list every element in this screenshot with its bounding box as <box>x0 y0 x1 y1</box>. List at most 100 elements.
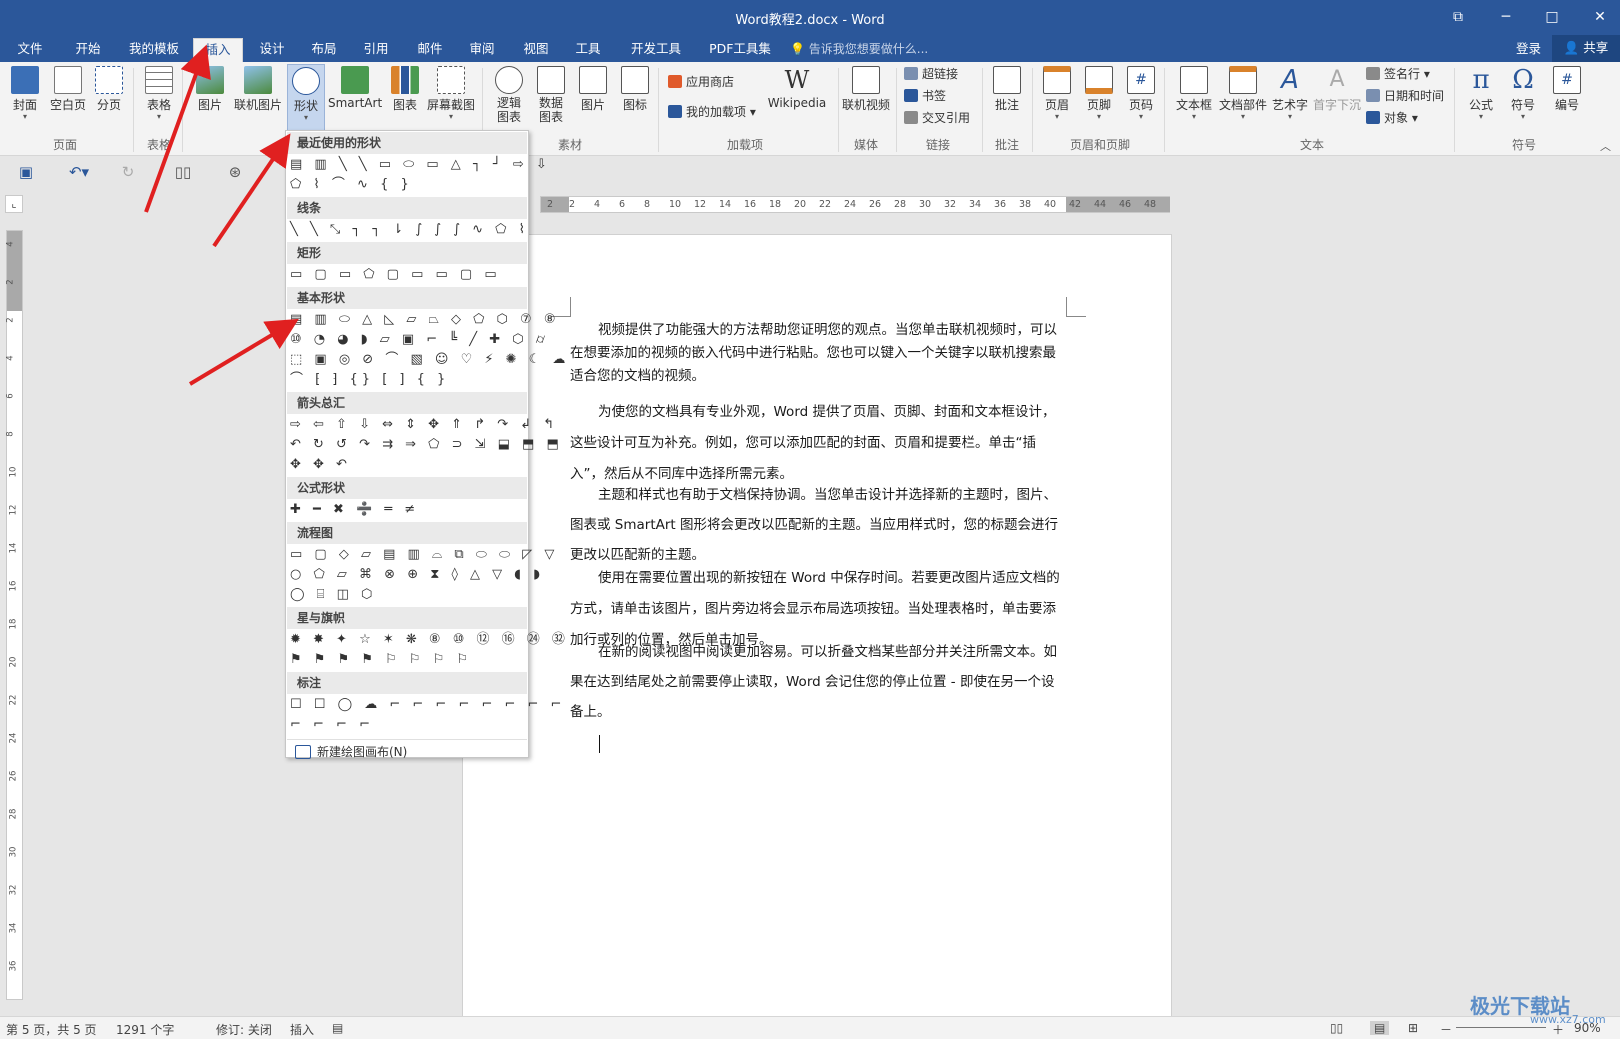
tell-me-box[interactable]: 💡 告诉我您想要做什么... <box>790 38 928 60</box>
touch-mode-icon[interactable]: ⊛ <box>224 162 246 182</box>
horizontal-ruler[interactable]: 2 2 4 6 8 10 12 14 16 18 20 22 24 26 28 30 32 34 36 38 40 42 4… <box>540 196 1170 213</box>
shape-row[interactable]: ⚑ ⚑ ⚑ ⚑ ⚐ ⚐ ⚐ ⚐ <box>290 650 472 670</box>
shape-row[interactable]: ⌐ ⌐ ⌐ ⌐ <box>290 715 374 735</box>
tab-insert[interactable]: 插入 <box>193 38 243 62</box>
tab-tools[interactable]: 工具 <box>570 38 606 62</box>
zoom-out-button[interactable]: － <box>1440 1021 1452 1038</box>
shape-row[interactable]: ⬠ ⌇ ⌒ ∿ { } <box>290 175 413 195</box>
zoom-slider[interactable] <box>1456 1027 1546 1028</box>
footer-button[interactable]: 页脚 ▾ <box>1084 64 1114 121</box>
shapes-button[interactable]: 形状 ▾ <box>287 64 325 134</box>
table-button[interactable]: 表格 ▾ <box>142 64 176 121</box>
save-icon[interactable]: ▣ <box>16 162 36 182</box>
shape-row[interactable]: ↶ ↻ ↺ ↷ ⇉ ⇒ ⬠ ⊃ ⇲ ⬓ ⬒ ⬒ <box>290 435 563 455</box>
material-picture-button[interactable]: 图片 <box>578 64 608 113</box>
shape-row[interactable]: ╲ ╲ ⤡ ┐ ┐ ⇂ ∫ ∫ ∫ ∿ ⬠ ⌇ <box>290 220 529 240</box>
page-break-button[interactable]: 分页 <box>92 64 126 113</box>
tab-my-templates[interactable]: 我的模板 <box>124 38 184 62</box>
login-link[interactable]: 登录 <box>1516 38 1541 60</box>
share-button[interactable]: 👤 共享 <box>1552 35 1620 62</box>
blank-page-button[interactable]: 空白页 <box>48 64 88 113</box>
print-layout-view-icon[interactable]: ▤ <box>1370 1021 1390 1035</box>
shape-row[interactable]: ⌒ ⁅ ⁆ {} [ ] { } <box>290 370 449 390</box>
bookmark-button[interactable]: 书签 <box>904 86 946 106</box>
wikipedia-button[interactable]: W Wikipedia <box>766 64 828 110</box>
paragraph[interactable]: 视频提供了功能强大的方法帮助您证明您的观点。当您单击联机视频时，可以在想要添加的… <box>570 319 1065 388</box>
word-count[interactable]: 1291 个字 <box>116 1021 174 1038</box>
shape-row[interactable]: ☐ ☐ ◯ ☁ ⌐ ⌐ ⌐ ⌐ ⌐ ⌐ ⌐ ⌐ <box>290 695 565 715</box>
tab-selector[interactable]: ⌞ <box>5 195 23 213</box>
textbox-button[interactable]: 文本框 ▾ <box>1174 64 1214 121</box>
screenshot-button[interactable]: 屏幕截图 ▾ <box>426 64 476 121</box>
tab-pdf-tools[interactable]: PDF工具集 <box>704 38 776 62</box>
shape-row[interactable]: ⑩ ◔ ◕ ◗ ▱ ▣ ⌐ ╚ ╱ ✚ ⬡ ⌭ <box>290 330 549 350</box>
insert-mode-status[interactable]: 插入 <box>290 1021 314 1038</box>
tab-developer[interactable]: 开发工具 <box>626 38 686 62</box>
shape-row[interactable]: ⬚ ▣ ◎ ⊘ ⌒ ▧ ☺ ♡ ⚡ ✺ ☾ ☁ <box>290 350 569 370</box>
tab-home[interactable]: 开始 <box>70 38 106 62</box>
shape-row[interactable]: ▭ ▢ ▭ ⬠ ▢ ▭ ▭ ▢ ▭ <box>290 265 501 285</box>
new-comment-button[interactable]: 批注 <box>992 64 1022 113</box>
drop-cap-button[interactable]: A 首字下沉 <box>1312 64 1362 113</box>
equation-button[interactable]: π 公式 ▾ <box>1464 64 1498 121</box>
symbol-button[interactable]: Ω 符号 ▾ <box>1506 64 1540 121</box>
hyperlink-button[interactable]: 超链接 <box>904 64 958 84</box>
signature-line-button[interactable]: 签名行 ▾ <box>1366 64 1430 84</box>
icon-button[interactable]: 图标 <box>620 64 650 113</box>
logic-chart-button[interactable]: 逻辑 图表 <box>494 64 524 124</box>
number-button[interactable]: # 编号 <box>1550 64 1584 113</box>
vertical-ruler[interactable]: 4 2 2 4 6 8 10 12 14 16 18 20 22 24 26 28 30 32 34 36 <box>6 230 23 1000</box>
screenshot-icon <box>437 66 465 94</box>
shape-row[interactable]: ✹ ✸ ✦ ☆ ✶ ❋ ⑧ ⑩ ⑫ ⑯ ㉔ ㉜ <box>290 630 569 650</box>
store-button[interactable]: 应用商店 <box>668 72 734 92</box>
online-video-button[interactable]: 联机视频 <box>840 64 892 113</box>
paragraph[interactable]: 在新的阅读视图中阅读更加容易。可以折叠文档某些部分并关注所需文本。如果在达到结尾… <box>570 637 1065 727</box>
shape-row[interactable]: ⇨ ⇦ ⇧ ⇩ ⇔ ⇕ ✥ ⇑ ↱ ↷ ↲ ↰ <box>290 415 558 435</box>
date-time-button[interactable]: 日期和时间 <box>1366 86 1444 106</box>
close-button[interactable]: ✕ <box>1588 6 1612 28</box>
collapse-ribbon-icon[interactable]: ︿ <box>1600 138 1611 154</box>
smartart-button[interactable]: SmartArt <box>328 64 382 110</box>
paragraph[interactable]: 主题和样式也有助于文档保持协调。当您单击设计并选择新的主题时，图片、图表或 Sm… <box>570 480 1065 570</box>
header-button[interactable]: 页眉 ▾ <box>1042 64 1072 121</box>
cross-reference-button[interactable]: 交叉引用 <box>904 108 970 128</box>
ribbon-display-options-button[interactable]: ⧉ <box>1446 6 1470 28</box>
tab-review[interactable]: 审阅 <box>464 38 500 62</box>
shape-row[interactable]: ▤ ▥ ╲ ╲ ▭ ⬭ ▭ △ ┐ ┘ ⇨ ⇩ <box>290 155 551 175</box>
tab-file[interactable]: 文件 <box>12 38 48 62</box>
new-drawing-canvas-button[interactable]: 新建绘图画布(N) <box>287 739 527 763</box>
web-layout-view-icon[interactable]: ⊞ <box>1408 1021 1418 1035</box>
quick-parts-button[interactable]: 文档部件 ▾ <box>1218 64 1268 121</box>
page-count[interactable]: 第 5 页，共 5 页 <box>6 1021 97 1038</box>
read-mode-icon[interactable]: ▯▯ <box>172 162 194 182</box>
object-button[interactable]: 对象 ▾ <box>1366 108 1418 128</box>
shape-row[interactable]: ○ ⬠ ▱ ⌘ ⊗ ⊕ ⧗ ◊ △ ▽ ◖ ◗ <box>290 565 544 585</box>
shape-row[interactable]: ✥ ✥ ↶ <box>290 455 351 475</box>
tab-references[interactable]: 引用 <box>358 38 394 62</box>
shape-row[interactable]: ✚ ━ ✖ ➗ ═ ≠ <box>290 500 419 520</box>
track-changes-status[interactable]: 修订: 关闭 <box>216 1021 272 1038</box>
minimize-button[interactable]: ─ <box>1494 6 1518 28</box>
chart-button[interactable]: 图表 <box>390 64 420 113</box>
data-chart-button[interactable]: 数据 图表 <box>536 64 566 124</box>
cover-page-button[interactable]: 封面 ▾ <box>8 64 42 121</box>
undo-icon[interactable]: ↶▾ <box>64 162 94 182</box>
maximize-button[interactable]: □ <box>1540 6 1564 28</box>
tab-layout[interactable]: 布局 <box>306 38 342 62</box>
my-addins-button[interactable]: 我的加载项 ▾ <box>668 102 756 122</box>
online-picture-button[interactable]: 联机图片 <box>232 64 284 113</box>
macro-icon[interactable]: ▤ <box>332 1021 343 1035</box>
paragraph[interactable]: 为使您的文档具有专业外观，Word 提供了页眉、页脚、封面和文本框设计，这些设计… <box>570 397 1065 490</box>
tab-design[interactable]: 设计 <box>254 38 290 62</box>
tab-mailings[interactable]: 邮件 <box>412 38 448 62</box>
page-number-button[interactable]: # 页码 ▾ <box>1126 64 1156 121</box>
read-mode-view-icon[interactable]: ▯▯ <box>1330 1021 1343 1035</box>
wordart-button[interactable]: A 艺术字 ▾ <box>1270 64 1310 121</box>
picture-button[interactable]: 图片 <box>194 64 226 113</box>
shape-row[interactable]: ◯ ⌸ ◫ ⬡ <box>290 585 376 605</box>
redo-icon[interactable]: ↻ <box>118 162 138 182</box>
shape-row[interactable]: ▭ ▢ ◇ ▱ ▤ ▥ ⌓ ⧉ ⬭ ⬭ ◸ ▽ <box>290 545 558 565</box>
shape-row[interactable]: ▤ ▥ ⬭ △ ◺ ▱ ⏢ ◇ ⬠ ⬡ ⑦ ⑧ <box>290 310 559 330</box>
tab-view[interactable]: 视图 <box>518 38 554 62</box>
screenshot-label: 屏幕截图 <box>426 98 475 112</box>
